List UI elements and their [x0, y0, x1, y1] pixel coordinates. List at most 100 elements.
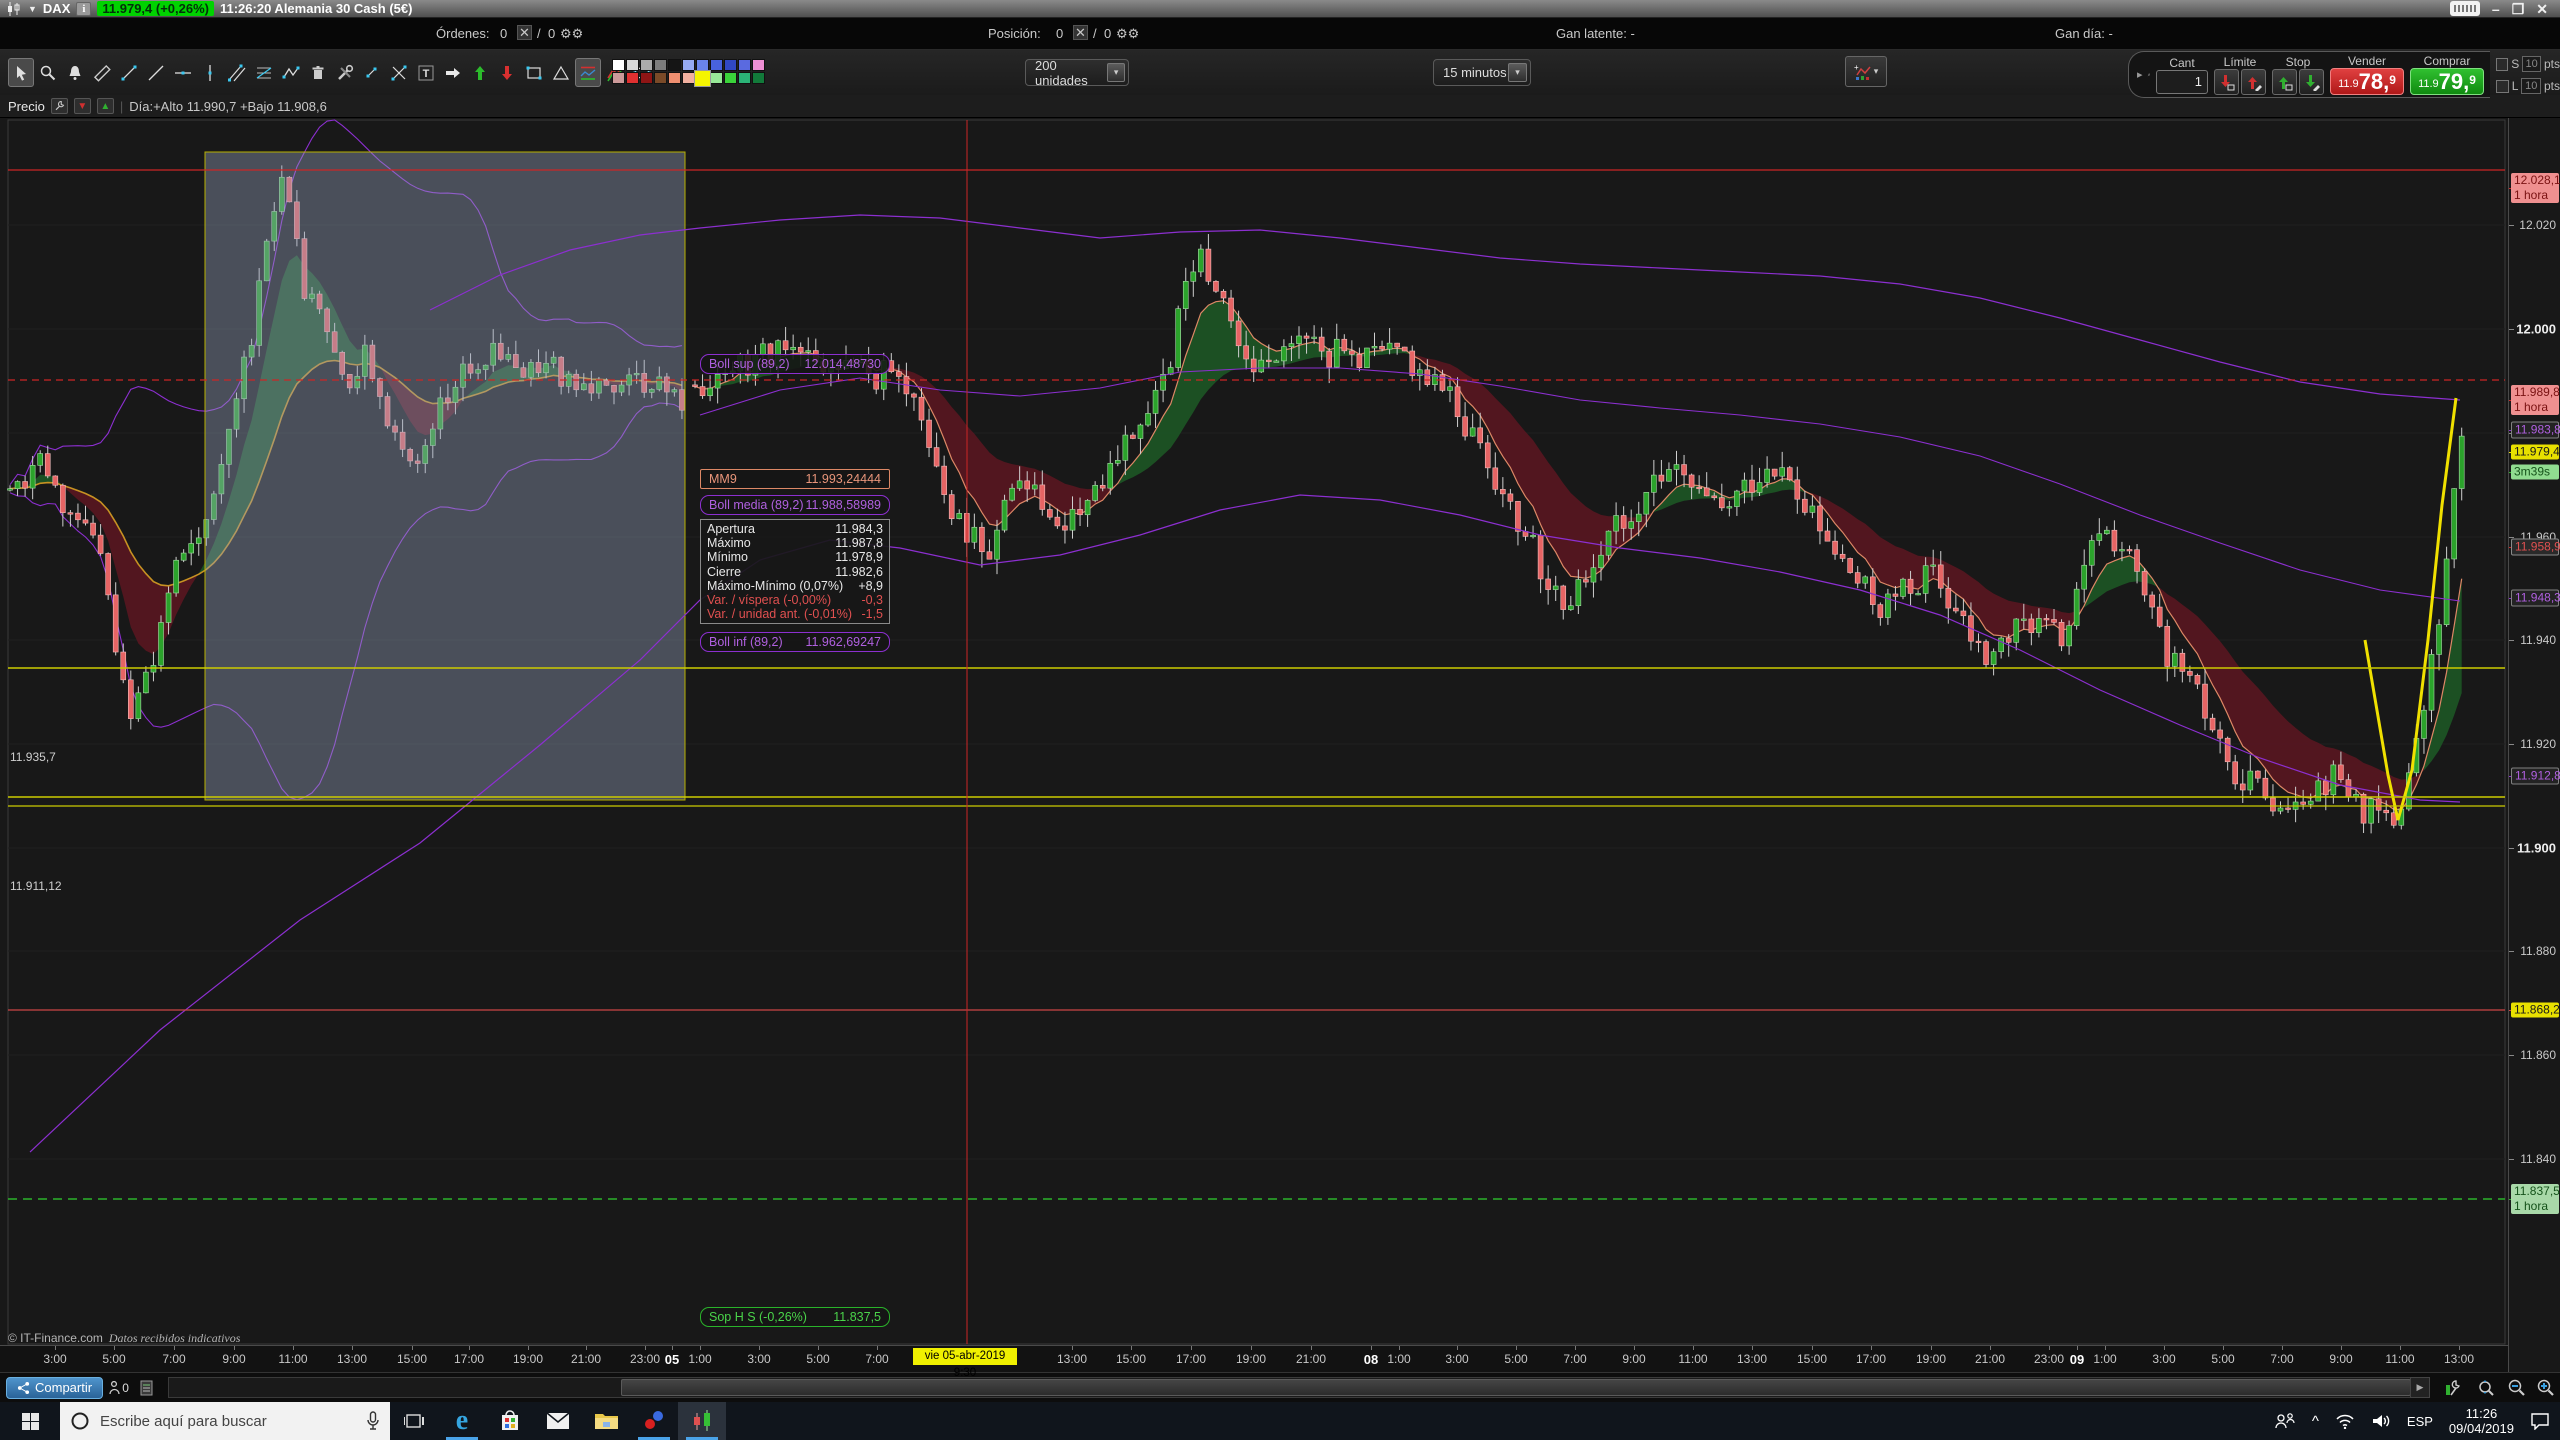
color-swatch-ffffff[interactable] — [612, 59, 625, 71]
support-label[interactable]: Sop H S (-0,26%) 11.837,5 — [700, 1307, 890, 1327]
arrow-right-tool[interactable] — [440, 58, 466, 87]
close-button[interactable]: ✕ — [2536, 0, 2548, 18]
color-swatch-d9d9d9[interactable] — [626, 59, 639, 71]
drawing-settings-tool[interactable] — [332, 58, 358, 87]
tray-clock[interactable]: 11:26 09/04/2019 — [2449, 1406, 2514, 1436]
taskbar-mail[interactable] — [534, 1402, 582, 1440]
stop-checkbox[interactable] — [2496, 58, 2508, 71]
color-swatch-5a6ae0[interactable] — [738, 59, 751, 71]
people-icon[interactable] — [2274, 1413, 2296, 1429]
triangle-tool[interactable] — [548, 58, 574, 87]
color-swatch-cc9999[interactable] — [612, 72, 625, 84]
taskbar-search[interactable]: Escribe aquí para buscar — [60, 1402, 390, 1440]
instrument-name[interactable]: DAX — [43, 1, 70, 16]
color-swatch-ababab[interactable] — [640, 59, 653, 71]
limit-sell-button[interactable] — [2214, 69, 2239, 95]
taskbar-broker-app[interactable] — [630, 1402, 678, 1440]
stop-sell-button[interactable] — [2272, 69, 2297, 95]
segment-tool[interactable] — [116, 58, 142, 87]
boll-media-label[interactable]: Boll media (89,2) 11.988,58989 — [700, 495, 890, 515]
info-icon[interactable]: i — [76, 2, 91, 16]
ruler-tool[interactable] — [89, 58, 115, 87]
color-swatch-ef8f70[interactable] — [668, 72, 681, 84]
text-tool[interactable]: T — [413, 58, 439, 87]
polyline-tool[interactable] — [278, 58, 304, 87]
l-points-input[interactable]: 10 — [2521, 78, 2541, 94]
zoom-in-button[interactable] — [2533, 1376, 2559, 1400]
chart-canvas[interactable] — [0, 118, 2508, 1345]
buy-shortcut-icon[interactable]: ▲ — [97, 98, 114, 114]
chart-type-button[interactable]: + ▾ — [1845, 56, 1887, 87]
action-center-icon[interactable] — [2530, 1412, 2550, 1430]
task-view-button[interactable] — [390, 1402, 438, 1440]
zoom-out-button[interactable] — [2504, 1376, 2530, 1400]
color-swatch-f5f500[interactable] — [694, 70, 711, 87]
pan-zoom-icon[interactable] — [2473, 1376, 2499, 1400]
chart-area[interactable]: Boll sup (89,2) 12.014,48730 MM9 11.993,… — [0, 118, 2508, 1345]
panel-collapse-icon[interactable]: ▸ — [2137, 68, 2143, 81]
candlestick-style-tool[interactable] — [575, 58, 601, 87]
color-swatch-ee8fd4[interactable] — [752, 59, 765, 71]
color-swatch-7a4a28[interactable] — [654, 72, 667, 84]
vertical-line-tool[interactable] — [197, 58, 223, 87]
quantity-input[interactable] — [2156, 70, 2208, 94]
orders-settings-icon[interactable]: ⚙⚙ — [560, 26, 583, 42]
taskbar-explorer[interactable] — [582, 1402, 630, 1440]
taskbar-store[interactable] — [486, 1402, 534, 1440]
limit-checkbox[interactable] — [2496, 80, 2509, 93]
report-button[interactable] — [135, 1377, 159, 1399]
price-axis[interactable]: 12.02012.00011.98011.96011.94011.92011.9… — [2508, 118, 2560, 1372]
trade-settings-icon[interactable] — [2147, 67, 2150, 83]
wifi-icon[interactable] — [2335, 1414, 2355, 1429]
fibonacci-tool[interactable] — [251, 58, 277, 87]
minimize-button[interactable]: – — [2492, 0, 2500, 18]
delete-tool[interactable] — [305, 58, 331, 87]
line-tool[interactable] — [143, 58, 169, 87]
color-swatch-4862de[interactable] — [710, 59, 723, 71]
units-dropdown[interactable]: 200 unidades ▾ — [1025, 59, 1129, 86]
chart-settings-icon[interactable] — [2440, 1376, 2466, 1400]
color-swatch-2bb377[interactable] — [738, 72, 751, 84]
share-button[interactable]: Compartir — [6, 1377, 103, 1399]
tray-expand-icon[interactable]: ^ — [2312, 1413, 2319, 1430]
rectangle-tool[interactable] — [521, 58, 547, 87]
channel-tool[interactable] — [224, 58, 250, 87]
stop-buy-button[interactable] — [2299, 69, 2324, 95]
sell-button[interactable]: 11.9 78, 9 — [2330, 68, 2404, 95]
position-close-icon[interactable]: ✕ — [1073, 25, 1088, 40]
speaker-icon[interactable] — [2371, 1413, 2391, 1429]
price-settings-icon[interactable] — [51, 98, 68, 114]
tray-language[interactable]: ESP — [2407, 1414, 2433, 1429]
start-button[interactable] — [0, 1402, 60, 1440]
timeframe-dropdown-icon[interactable]: ▾ — [1508, 63, 1527, 82]
boll-inf-label[interactable]: Boll inf (89,2) 11.962,69247 — [700, 632, 890, 652]
microphone-icon[interactable] — [366, 1411, 380, 1431]
color-swatch-8f1515[interactable] — [640, 72, 653, 84]
taskbar-edge[interactable]: e — [438, 1402, 486, 1440]
restore-button[interactable]: ❐ — [2512, 0, 2525, 18]
scrollbar-thumb[interactable] — [621, 1379, 2411, 1396]
short-segment-tool[interactable] — [359, 58, 385, 87]
keyboard-icon[interactable] — [2450, 1, 2480, 16]
arrow-up-tool[interactable] — [467, 58, 493, 87]
zoom-tool[interactable] — [35, 58, 61, 87]
position-settings-icon[interactable]: ⚙⚙ — [1116, 26, 1139, 42]
limit-buy-button[interactable] — [2241, 69, 2266, 95]
cross-lines-tool[interactable] — [386, 58, 412, 87]
horizontal-scrollbar[interactable] — [168, 1377, 2430, 1398]
cursor-tool[interactable] — [8, 58, 34, 87]
units-dropdown-icon[interactable]: ▾ — [1107, 63, 1125, 82]
sell-shortcut-icon[interactable]: ▼ — [74, 98, 91, 114]
mm9-label[interactable]: MM9 11.993,24444 — [700, 469, 890, 489]
color-swatch-97e897[interactable] — [710, 72, 723, 84]
color-swatch-7d7d7d[interactable] — [654, 59, 667, 71]
color-swatch-151515[interactable] — [668, 59, 681, 71]
alert-tool[interactable] — [62, 58, 88, 87]
arrow-down-tool[interactable] — [494, 58, 520, 87]
scroll-right-arrow[interactable]: ▶ — [2410, 1377, 2430, 1398]
instrument-dropdown-icon[interactable]: ▼ — [28, 4, 37, 14]
orders-cancel-icon[interactable]: ✕ — [517, 25, 532, 40]
color-swatch-e03030[interactable] — [626, 72, 639, 84]
boll-sup-label[interactable]: Boll sup (89,2) 12.014,48730 — [700, 354, 890, 374]
time-axis[interactable]: vie 05-abr-2019 9:30 3:005:007:009:0011:… — [0, 1345, 2508, 1372]
